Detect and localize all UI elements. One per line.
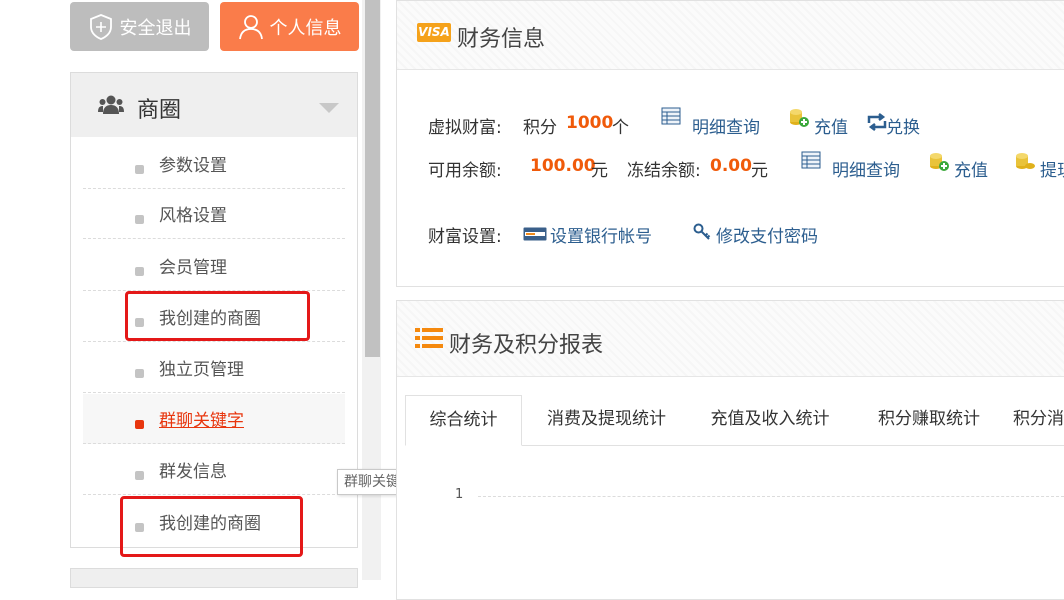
report-card: 财务及积分报表 综合统计 消费及提现统计 充值及收入统计 积分赚取统计 积分消费… (396, 300, 1064, 600)
annotation-box (125, 291, 310, 341)
table-icon[interactable] (801, 151, 821, 173)
balance-unit: 元 (591, 161, 608, 181)
chart-gridline (478, 496, 1064, 497)
table-icon[interactable] (661, 107, 681, 129)
set-bank-account-link[interactable]: 设置银行帐号 (550, 222, 652, 247)
points-label: 积分 (523, 118, 557, 138)
coins-withdraw-icon[interactable] (1014, 150, 1036, 176)
sidebar-item-mass-message[interactable]: 群发信息 (83, 445, 345, 495)
finance-card-header: VISA 财务信息 (397, 1, 1064, 70)
tab-overview[interactable]: 综合统计 (405, 395, 522, 446)
points-detail-link[interactable]: 明细查询 (692, 113, 760, 138)
caret-down-icon[interactable] (319, 100, 339, 119)
frozen-value: 0.00 (710, 156, 752, 176)
sidebar-item-style[interactable]: 风格设置 (83, 189, 345, 239)
sidebar-group-header[interactable]: 商圈 (71, 73, 357, 137)
report-card-header: 财务及积分报表 (397, 301, 1064, 377)
balance-detail-link[interactable]: 明细查询 (832, 156, 900, 181)
sidebar-item-label: 独立页管理 (159, 360, 244, 380)
bullet-icon (135, 369, 144, 378)
bullet-icon (135, 165, 144, 174)
shield-icon (88, 13, 114, 41)
frozen-label: 冻结余额: (627, 161, 701, 181)
balance-label: 可用余额: (428, 161, 502, 181)
bank-card-icon[interactable] (523, 226, 547, 245)
list-icon (415, 327, 443, 353)
tab-points-spent[interactable]: 积分消费统计 (1013, 395, 1064, 445)
key-icon[interactable] (693, 223, 711, 245)
sidebar-group-title: 商圈 (137, 98, 182, 123)
sidebar-item-label: 风格设置 (159, 206, 227, 226)
logout-button[interactable]: 安全退出 (70, 2, 209, 51)
exchange-icon[interactable] (866, 113, 888, 135)
annotation-box (120, 496, 303, 557)
virtual-wealth-label: 虚拟财富: (428, 118, 502, 138)
bullet-icon (135, 267, 144, 276)
sidebar-item-params[interactable]: 参数设置 (83, 139, 345, 189)
profile-button[interactable]: 个人信息 (220, 2, 359, 51)
finance-title: 财务信息 (457, 27, 546, 52)
tab-spending-withdraw[interactable]: 消费及提现统计 (529, 395, 684, 445)
points-exchange-link[interactable]: 兑换 (886, 113, 920, 138)
withdraw-link[interactable]: 提现 (1040, 156, 1064, 181)
users-icon (98, 95, 124, 119)
tab-points-earned[interactable]: 积分赚取统计 (859, 395, 999, 445)
points-value: 1000 (566, 113, 614, 133)
sidebar-item-label: 群发信息 (159, 462, 227, 482)
sidebar-item-chat-keywords[interactable]: 群聊关键字 (83, 394, 345, 444)
logout-label: 安全退出 (119, 17, 192, 39)
coins-add-icon[interactable] (928, 150, 950, 176)
sidebar-item-pages[interactable]: 独立页管理 (83, 343, 345, 393)
sidebar-next-group[interactable] (70, 568, 358, 588)
bullet-icon (135, 471, 144, 480)
sidebar-scrollbar-thumb[interactable] (365, 0, 380, 357)
sidebar-item-members[interactable]: 会员管理 (83, 241, 345, 291)
wealth-settings-label: 财富设置: (428, 227, 502, 247)
sidebar-item-label: 参数设置 (159, 156, 227, 176)
change-pay-password-link[interactable]: 修改支付密码 (716, 222, 818, 247)
chart-y-tick: 1 (455, 487, 464, 502)
balance-value: 100.00 (530, 156, 596, 176)
profile-label: 个人信息 (269, 17, 342, 39)
user-icon (238, 13, 264, 41)
points-recharge-link[interactable]: 充值 (814, 113, 848, 138)
frozen-unit: 元 (751, 161, 768, 181)
bullet-icon (135, 420, 144, 429)
sidebar-item-label: 会员管理 (159, 258, 227, 278)
bullet-icon (135, 215, 144, 224)
tab-recharge-income[interactable]: 充值及收入统计 (695, 395, 845, 445)
report-title: 财务及积分报表 (449, 333, 604, 358)
sidebar-item-label[interactable]: 群聊关键字 (159, 406, 244, 431)
points-unit: 个 (612, 118, 629, 138)
balance-recharge-link[interactable]: 充值 (954, 156, 988, 181)
visa-icon: VISA (417, 23, 451, 42)
coins-add-icon[interactable] (788, 106, 810, 132)
report-tabs: 综合统计 消费及提现统计 充值及收入统计 积分赚取统计 积分消费统计 (405, 395, 1064, 446)
